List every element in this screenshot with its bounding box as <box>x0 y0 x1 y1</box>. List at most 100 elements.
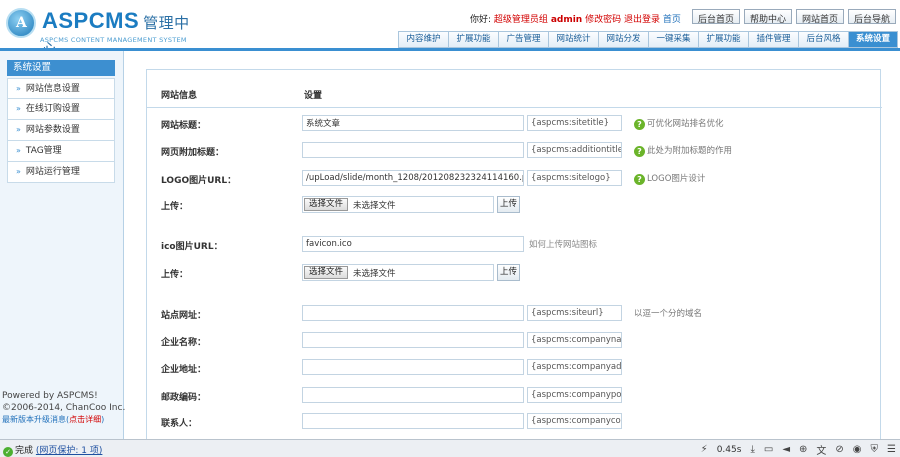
ico-choose-file-button[interactable]: 选择文件 <box>304 266 349 279</box>
site-url-tag[interactable]: {aspcms:siteurl} <box>527 305 622 321</box>
row-postcode: 邮政编码： {aspcms:companypostcode} <box>147 385 882 407</box>
ico-upload-button[interactable]: 上传 <box>497 264 520 281</box>
admin-nav-button[interactable]: 后台导航 <box>847 9 896 25</box>
settings-icon[interactable]: ☰ <box>887 444 896 455</box>
postcode-input[interactable] <box>302 387 524 403</box>
logo-subtitle: ASPCMS CONTENT MANAGEMENT SYSTEM <box>40 36 187 44</box>
page-protection-link[interactable]: (网页保护: 1 项) <box>36 446 103 456</box>
tab-ads[interactable]: 广告管理 <box>498 31 548 48</box>
done-icon: ✓ <box>3 447 13 457</box>
logo-file-status: 未选择文件 <box>353 201 396 211</box>
logo-upload-label: 上传： <box>161 202 189 212</box>
help-icon: ? <box>634 119 645 130</box>
logo-name: ASPCMS <box>42 8 140 33</box>
tab-style[interactable]: 后台风格 <box>798 31 848 48</box>
eye-icon[interactable]: ◉ <box>853 444 862 455</box>
sidebar-item-site-info[interactable]: 网站信息设置 <box>7 78 115 99</box>
logo-url-tag[interactable]: {aspcms:sitelogo} <box>527 170 622 186</box>
row-company-name: 企业名称： {aspcms:companyname} <box>147 330 882 352</box>
logout-link[interactable]: 退出登录 <box>624 15 660 25</box>
logo-file-input[interactable]: 选择文件 未选择文件 <box>302 196 494 213</box>
ico-url-input[interactable] <box>302 236 524 252</box>
modify-password-link[interactable]: 修改密码 <box>585 15 621 25</box>
browser-status-bar: ✓ 完成 (网页保护: 1 项) ⚡ 0.45s ⤓ ▭ ◄ ⊕ 文 ⊘ ◉ ⛨ … <box>0 439 900 457</box>
site-url-label: 站点网址： <box>161 311 207 321</box>
tab-extension-2[interactable]: 扩展功能 <box>698 31 748 48</box>
site-title-hint-text: 可优化网站排名优化 <box>647 119 724 129</box>
company-name-tag[interactable]: {aspcms:companyname} <box>527 332 622 348</box>
ico-file-status: 未选择文件 <box>353 269 396 279</box>
tab-settings[interactable]: 系统设置 <box>848 31 898 48</box>
sidebar-item-order[interactable]: 在线订购设置 <box>7 99 115 120</box>
tab-content[interactable]: 内容维护 <box>398 31 448 48</box>
site-home-button[interactable]: 网站首页 <box>795 9 844 25</box>
admin-home-button[interactable]: 后台首页 <box>691 9 740 25</box>
translate-icon[interactable]: 文 <box>816 442 826 457</box>
ico-url-hint: 如何上传网站图标 <box>529 240 598 250</box>
ico-upload-label: 上传： <box>161 270 189 280</box>
block-icon[interactable]: ⊘ <box>835 444 843 455</box>
update-news-link[interactable]: 点击详细 <box>69 415 101 424</box>
site-title-input[interactable] <box>302 115 524 131</box>
window-icon[interactable]: ▭ <box>764 444 773 455</box>
contact-label: 联系人： <box>161 419 198 429</box>
tab-extension[interactable]: 扩展功能 <box>448 31 498 48</box>
ico-url-label: ico图片URL： <box>161 242 223 252</box>
logo-url-hint-text: LOGO图片设计 <box>647 174 706 184</box>
company-address-tag[interactable]: {aspcms:companyaddress} <box>527 359 622 375</box>
site-url-hint: 以逗一个分的域名 <box>634 309 703 319</box>
top-header: A ASPCMS管理中心 ASPCMS CONTENT MANAGEMENT S… <box>0 0 900 58</box>
column-site-info: 网站信息 <box>161 91 198 101</box>
status-done: 完成 <box>15 446 34 456</box>
sidebar-item-tag[interactable]: TAG管理 <box>7 141 115 162</box>
sidebar-item-runtime[interactable]: 网站运行管理 <box>7 162 115 183</box>
logo-choose-file-button[interactable]: 选择文件 <box>304 198 349 211</box>
row-company-address: 企业地址： {aspcms:companyaddress} <box>147 357 882 379</box>
company-address-input[interactable] <box>302 359 524 375</box>
site-title-tag[interactable]: {aspcms:sitetitle} <box>527 115 622 131</box>
postcode-label: 邮政编码： <box>161 393 207 403</box>
ico-file-input[interactable]: 选择文件 未选择文件 <box>302 264 494 281</box>
contact-tag[interactable]: {aspcms:companycontact} <box>527 413 622 429</box>
row-contact: 联系人： {aspcms:companycontact} <box>147 411 882 433</box>
powered-by: Powered by ASPCMS! ©2006-2014, ChanCoo I… <box>2 390 125 426</box>
zoom-icon[interactable]: ⊕ <box>799 444 807 455</box>
tab-collect[interactable]: 一键采集 <box>648 31 698 48</box>
logo-url-label: LOGO图片URL： <box>161 176 237 186</box>
sidebar-item-params[interactable]: 网站参数设置 <box>7 120 115 141</box>
table-header: 网站信息 设置 <box>147 70 882 108</box>
site-title-hint: ? 可优化网站排名优化 <box>634 117 724 130</box>
sound-icon[interactable]: ◄ <box>782 444 790 455</box>
addition-title-input[interactable] <box>302 142 524 158</box>
tab-plugins[interactable]: 插件管理 <box>748 31 798 48</box>
site-url-input[interactable] <box>302 305 524 321</box>
sidebar-menu: 网站信息设置 在线订购设置 网站参数设置 TAG管理 网站运行管理 <box>7 78 115 183</box>
row-logo-url: LOGO图片URL： {aspcms:sitelogo} ?LOGO图片设计 <box>147 168 882 190</box>
postcode-tag[interactable]: {aspcms:companypostcode} <box>527 387 622 403</box>
update-news: 最新版本升级消息(点击详细) <box>2 415 105 424</box>
tab-distribution[interactable]: 网站分发 <box>598 31 648 48</box>
company-address-label: 企业地址： <box>161 365 207 375</box>
site-title-label: 网站标题： <box>161 121 207 131</box>
header-divider <box>0 48 900 51</box>
row-site-title: 网站标题： {aspcms:sitetitle} ?可优化网站排名优化 <box>147 113 882 135</box>
logo-upload-button[interactable]: 上传 <box>497 196 520 213</box>
welcome-prefix: 你好: <box>470 15 492 25</box>
update-news-text: 最新版本升级消息 <box>2 415 66 424</box>
addition-title-tag[interactable]: {aspcms:additiontitle} <box>527 142 622 158</box>
powered-line-1: Powered by ASPCMS! <box>2 391 98 401</box>
download-icon[interactable]: ⤓ <box>750 444 754 455</box>
logo-url-hint: ? LOGO图片设计 <box>634 172 705 185</box>
shield-icon[interactable]: ⛨ <box>871 444 879 455</box>
help-center-button[interactable]: 帮助中心 <box>743 9 792 25</box>
company-name-input[interactable] <box>302 332 524 348</box>
row-addition-title: 网页附加标题： {aspcms:additiontitle} ? 此处为附加标题的… <box>147 140 882 162</box>
home-link[interactable]: 首页 <box>663 15 681 25</box>
logo-emblem: A <box>6 8 36 38</box>
contact-input[interactable] <box>302 413 524 429</box>
logo-letter: A <box>16 15 27 31</box>
tab-stats[interactable]: 网站统计 <box>548 31 598 48</box>
logo-url-input[interactable] <box>302 170 524 186</box>
sidebar-title: 系统设置 <box>7 60 115 76</box>
lightning-icon: ⚡ <box>700 444 708 455</box>
